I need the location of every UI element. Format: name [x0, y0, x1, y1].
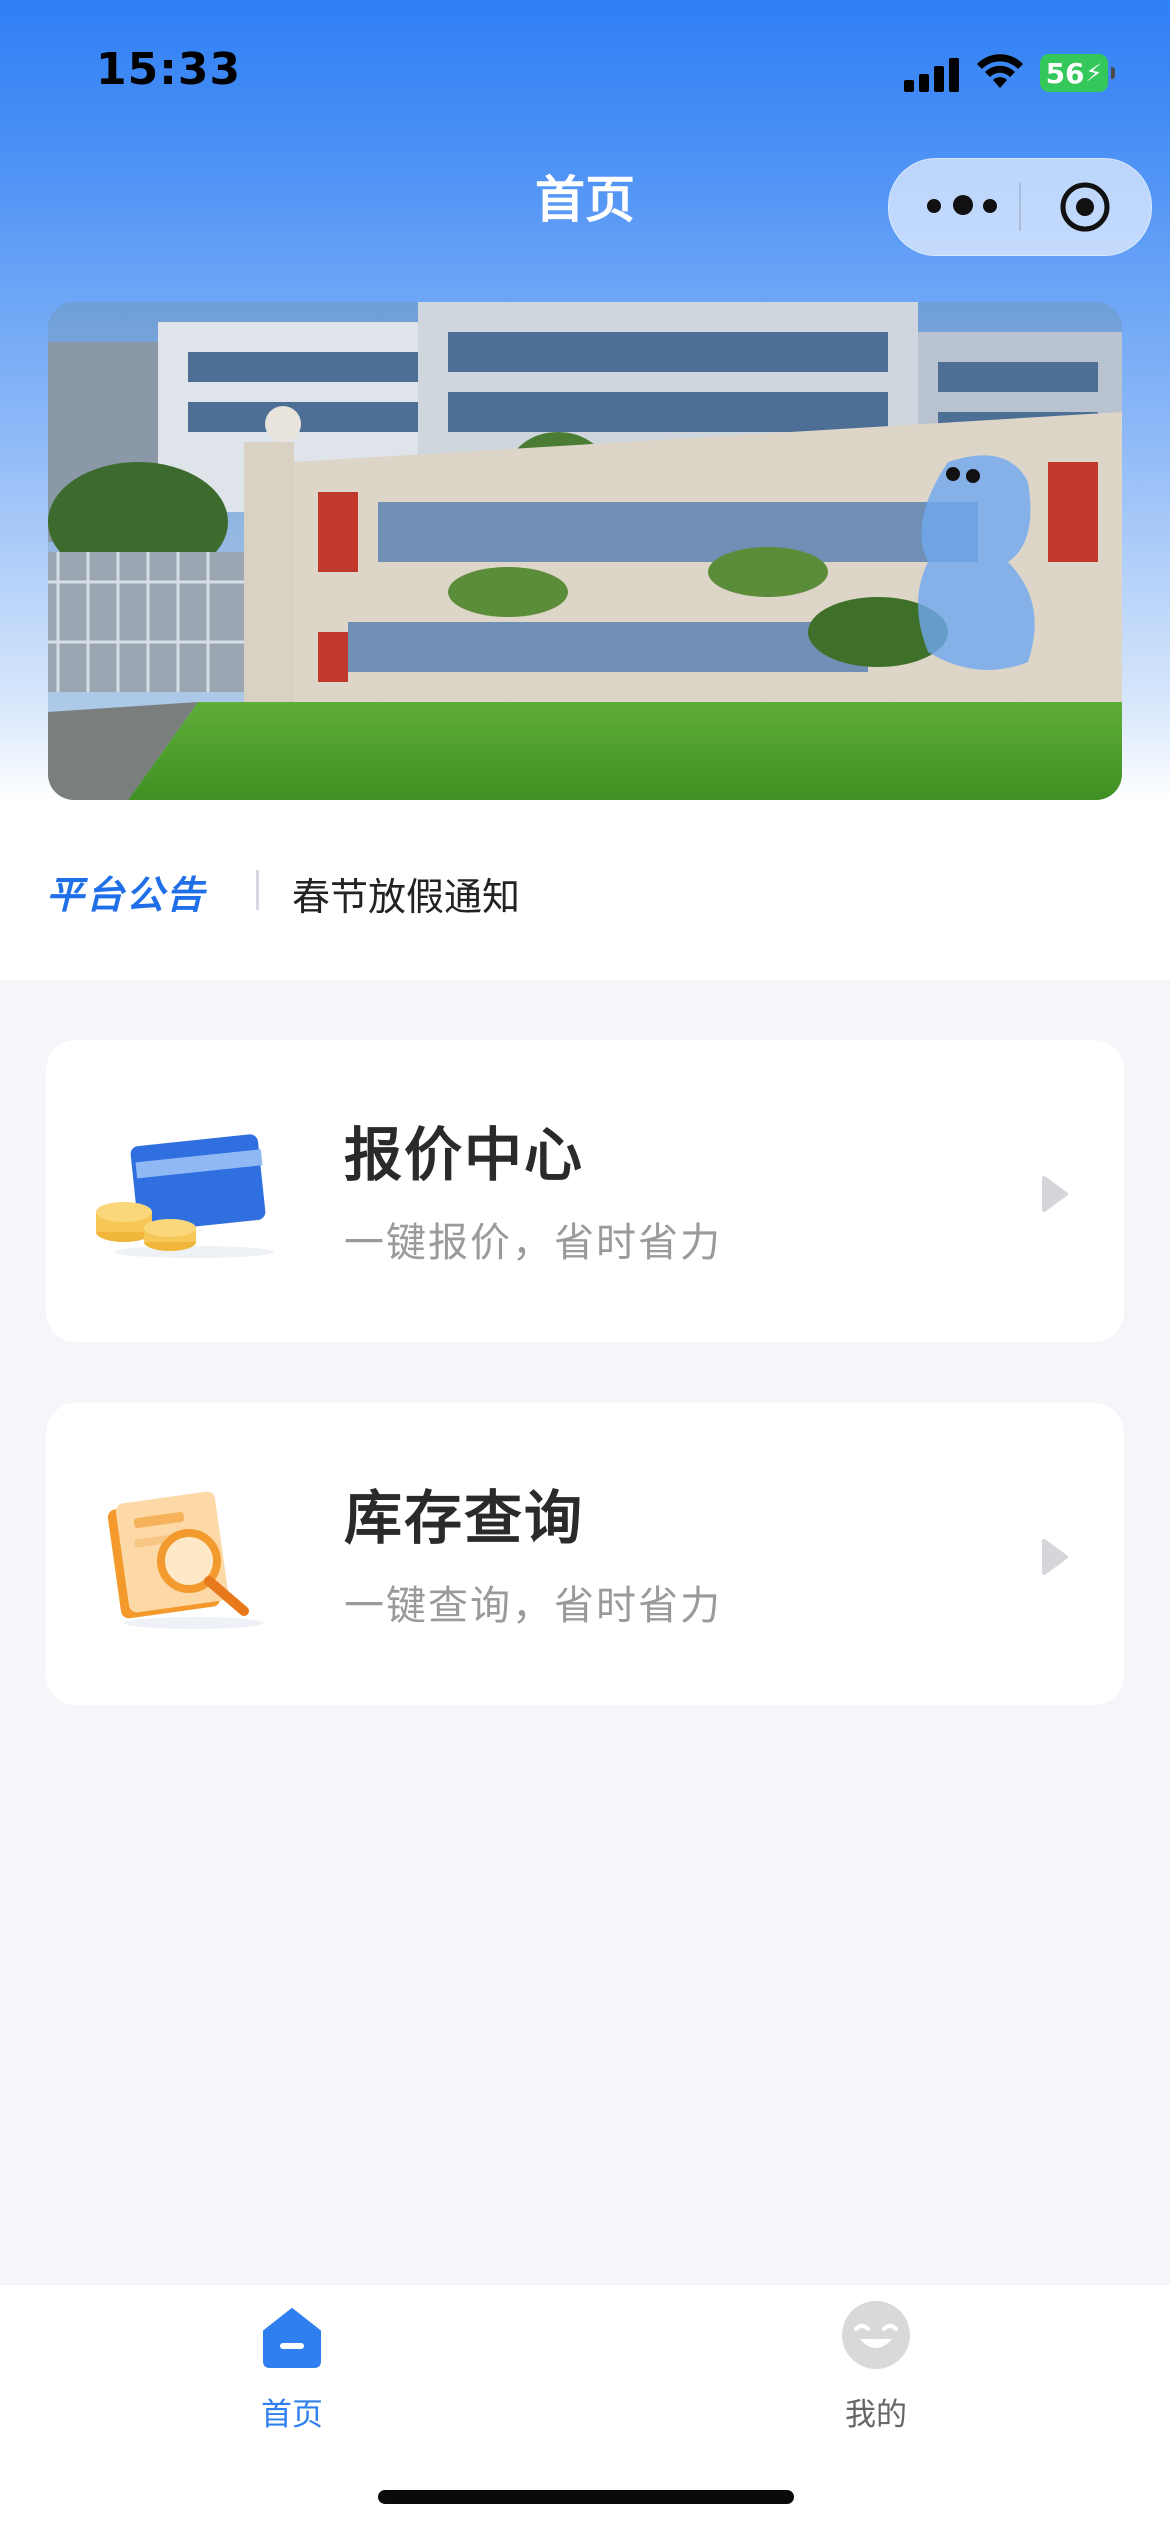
- inventory-query-card[interactable]: 库存查询 一键查询，省时省力: [46, 1403, 1124, 1705]
- notice-tag: 平台公告: [46, 873, 207, 917]
- credit-card-coins-icon: [96, 1134, 274, 1258]
- home-icon: [263, 2308, 321, 2368]
- banner-image[interactable]: [48, 302, 1122, 800]
- chevron-right-icon: [1042, 1176, 1068, 1212]
- status-time: 15:33: [96, 44, 242, 95]
- card-title: 库存查询: [344, 1484, 585, 1552]
- tab-label: 我的: [845, 2397, 907, 2433]
- target-circle-icon[interactable]: [1057, 179, 1113, 235]
- battery-level: 56: [1045, 56, 1085, 90]
- tab-home[interactable]: 首页: [192, 2285, 392, 2445]
- document-magnifier-icon: [107, 1491, 264, 1629]
- tab-label: 首页: [261, 2397, 323, 2433]
- announcement-bar[interactable]: 平台公告 春节放假通知: [46, 862, 1126, 921]
- card-subtitle: 一键报价，省时省力: [344, 1220, 722, 1266]
- factory-building-photo: [48, 302, 1122, 800]
- more-dots-icon[interactable]: [927, 159, 1007, 255]
- card-subtitle: 一键查询，省时省力: [344, 1583, 722, 1629]
- home-indicator: [378, 2490, 794, 2504]
- battery-icon: 56 ⚡: [1040, 54, 1115, 92]
- tab-mine[interactable]: 我的: [776, 2285, 976, 2445]
- notice-divider: [256, 870, 259, 910]
- wifi-icon: [977, 54, 1023, 88]
- capsule-divider: [1019, 183, 1021, 231]
- mini-program-capsule: [888, 158, 1152, 256]
- notice-text[interactable]: 春节放假通知: [292, 866, 520, 921]
- cellular-signal-icon: [904, 56, 960, 92]
- smiley-avatar-icon: [842, 2301, 910, 2369]
- card-title: 报价中心: [344, 1121, 585, 1189]
- chevron-right-icon: [1042, 1539, 1068, 1575]
- quote-center-card[interactable]: 报价中心 一键报价，省时省力: [46, 1040, 1124, 1342]
